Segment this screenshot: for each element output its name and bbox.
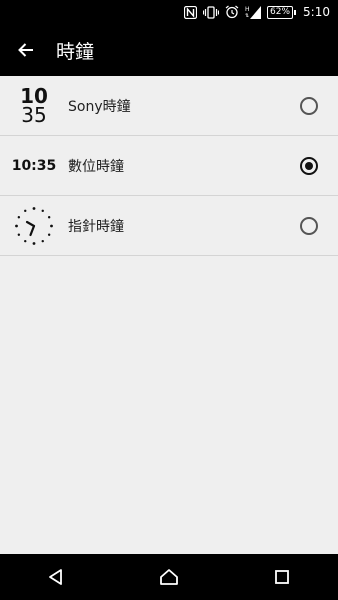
clock-time: 5:10 bbox=[303, 5, 330, 19]
radio-digital-clock[interactable] bbox=[300, 156, 318, 175]
sony-clock-preview: 10 35 bbox=[0, 76, 68, 136]
option-sony-clock[interactable]: 10 35 Sony時鐘 bbox=[0, 76, 338, 136]
vibrate-icon bbox=[203, 5, 220, 19]
alarm-icon bbox=[225, 5, 239, 19]
option-label: 數位時鐘 bbox=[68, 158, 124, 175]
navigation-bar bbox=[0, 554, 338, 600]
digital-clock-text: 10:35 bbox=[11, 157, 57, 174]
app-bar: 時鐘 bbox=[0, 24, 338, 76]
back-button[interactable] bbox=[0, 24, 52, 76]
svg-text:⇅: ⇅ bbox=[245, 13, 249, 19]
page-title: 時鐘 bbox=[56, 40, 95, 63]
nav-recents-button[interactable] bbox=[252, 554, 312, 600]
back-triangle-icon bbox=[49, 569, 63, 585]
nav-back-button[interactable] bbox=[26, 554, 86, 600]
battery-level: 62% bbox=[270, 6, 291, 17]
analog-clock-icon bbox=[15, 206, 53, 245]
clock-style-list: 10 35 Sony時鐘 10:35 數位時鐘 指針時鐘 bbox=[0, 76, 338, 256]
digital-clock-preview: 10:35 bbox=[0, 136, 68, 196]
battery-icon: 62% bbox=[267, 5, 297, 19]
option-label: Sony時鐘 bbox=[68, 98, 131, 115]
nfc-icon bbox=[184, 5, 198, 19]
option-analog-clock[interactable]: 指針時鐘 bbox=[0, 196, 338, 256]
status-bar: H ⇅ 62% 5:10 bbox=[0, 0, 338, 24]
option-digital-clock[interactable]: 10:35 數位時鐘 bbox=[0, 136, 338, 196]
radio-analog-clock[interactable] bbox=[300, 216, 318, 235]
radio-sony-clock[interactable] bbox=[300, 96, 318, 115]
arrow-left-icon bbox=[18, 43, 33, 57]
analog-clock-preview bbox=[0, 196, 68, 256]
home-icon bbox=[160, 569, 178, 585]
sony-clock-minute: 35 bbox=[21, 103, 47, 127]
signal-icon: H ⇅ bbox=[245, 5, 262, 19]
svg-text:H: H bbox=[245, 6, 250, 13]
recents-icon bbox=[274, 570, 289, 584]
nav-home-button[interactable] bbox=[139, 554, 199, 600]
option-label: 指針時鐘 bbox=[68, 218, 124, 235]
